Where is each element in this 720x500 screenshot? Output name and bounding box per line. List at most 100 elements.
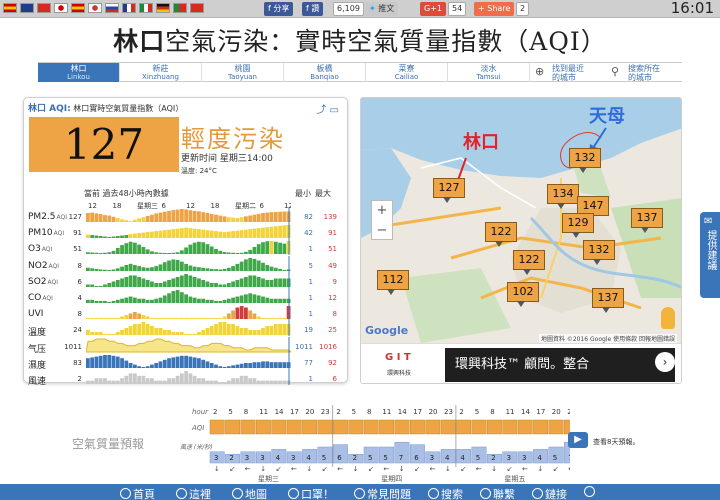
sparkline-bar	[265, 279, 270, 287]
pollutant-name: COAQI	[28, 293, 53, 303]
nav-settings[interactable]	[584, 486, 597, 499]
forecast-hour: 17	[413, 408, 422, 416]
sparkline-bar	[162, 380, 167, 384]
tweet-button[interactable]: ✦ 推文	[365, 2, 399, 16]
sparkline-bar	[214, 282, 218, 287]
fb-share-button[interactable]: f 分享	[264, 2, 294, 16]
nav-map[interactable]: 地圖	[232, 486, 267, 500]
sparkline-bar	[226, 365, 231, 368]
sparkline-bar	[115, 332, 120, 336]
sparkline-bar	[188, 275, 193, 287]
nav-mask[interactable]: 口罩！	[288, 486, 334, 500]
sparkline-bar	[162, 359, 167, 368]
sparkline-bar	[278, 318, 282, 320]
zoom-in-button[interactable]: +	[372, 201, 392, 221]
nav-links[interactable]: 鏈接	[532, 486, 567, 500]
tab-xinzhuang[interactable]: 新莊 Xinzhuang	[120, 63, 202, 82]
map-marker[interactable]: 132	[583, 240, 615, 265]
map-marker[interactable]: 132	[569, 148, 601, 173]
sparkline-bar	[167, 260, 171, 271]
flag-ru-icon[interactable]	[105, 3, 119, 13]
map-marker[interactable]: 127	[433, 178, 465, 203]
feedback-tab[interactable]: ✉ 提供建議	[700, 212, 720, 298]
map-marker[interactable]: 137	[631, 208, 663, 233]
sparkline-bar	[150, 266, 154, 271]
forecast-next-button[interactable]: ▶	[568, 432, 588, 448]
tab-label: 桃園	[234, 64, 251, 73]
sparkline-bar	[214, 231, 218, 239]
map-marker[interactable]: 122	[485, 222, 517, 247]
nav-contact[interactable]: 聯繫	[480, 486, 515, 500]
sparkline-bar	[162, 211, 167, 222]
nearest-city-button[interactable]: ⊕ 找到最近 的城市	[530, 63, 606, 82]
sparkline-bar	[209, 362, 214, 368]
forecast-link[interactable]: 查看8天預報。	[593, 437, 639, 447]
sparkline-bar	[141, 366, 146, 368]
fb-like-button[interactable]: f 讚	[302, 2, 324, 16]
map-marker[interactable]: 134	[547, 184, 579, 209]
flag-de-icon[interactable]	[156, 3, 170, 13]
ad-text[interactable]: 環興科技™ 顧問。整合	[445, 348, 675, 382]
map-marker[interactable]: 112	[377, 270, 409, 295]
sparkline-bar	[141, 232, 146, 239]
nav-search[interactable]: 搜索	[428, 486, 463, 500]
map-panel[interactable]: 林口 天母 127 132 134 147 137 129 122 132 12…	[360, 97, 682, 384]
sparkline-bar	[273, 278, 278, 287]
sparkline-bar	[282, 269, 287, 271]
sparkline-bar	[120, 266, 124, 271]
gear-icon	[584, 486, 595, 497]
nav-home[interactable]: 首頁	[120, 486, 155, 500]
sparkline-bar	[179, 275, 184, 287]
pegman-icon[interactable]	[661, 307, 675, 329]
sparkline-bar	[209, 380, 214, 384]
sparkline-bar	[265, 318, 270, 320]
flag-it-icon[interactable]	[139, 3, 153, 13]
nav-label: 搜索	[441, 488, 463, 500]
flag-jp-icon[interactable]	[54, 3, 68, 13]
map-marker[interactable]: 129	[562, 213, 594, 238]
pollutant-min: 1	[308, 277, 313, 286]
share-icon[interactable]: ⤴	[316, 105, 326, 116]
flag-vn-icon[interactable]	[190, 3, 204, 13]
map-marker[interactable]: 137	[592, 288, 624, 313]
page-title-city: 林口	[113, 27, 166, 56]
tab-tamsui[interactable]: 淡水 Tamsui	[448, 63, 530, 82]
sparkline-bar	[218, 215, 223, 222]
chat-icon[interactable]: ▭	[330, 105, 339, 116]
ad-next-button[interactable]: ›	[655, 352, 675, 372]
sparkline-bar	[107, 334, 112, 336]
tab-cailiao[interactable]: 菜寮 Cailiao	[366, 63, 448, 82]
sparkline-bar	[214, 364, 218, 368]
flag-es2-icon[interactable]	[71, 3, 85, 13]
flag-uk-icon[interactable]	[20, 3, 34, 13]
zoom-out-button[interactable]: −	[372, 221, 392, 241]
flag-kr-icon[interactable]	[88, 3, 102, 13]
sparkline-bar	[201, 359, 206, 368]
flag-cn-icon[interactable]	[37, 3, 51, 13]
sparkline-bar	[239, 306, 244, 320]
sparkline-bar	[265, 326, 270, 336]
page-title-rest: 空氣污染：實時空氣質量指數（AQI）	[165, 27, 607, 56]
search-city-button[interactable]: ⚲ 搜索所在 的城市	[606, 63, 682, 82]
map-marker[interactable]: 102	[507, 282, 539, 307]
sparkline-bar	[90, 357, 95, 368]
ad-banner[interactable]: G I T 環興科技 環興科技™ 顧問。整合 ›	[361, 343, 681, 383]
pollutant-name-text: PM10	[28, 228, 53, 239]
nav-here[interactable]: 這裡	[176, 486, 211, 500]
flag-pt-icon[interactable]	[173, 3, 187, 13]
gplus-button[interactable]: G+1	[420, 2, 446, 16]
wind-direction-icon: ↙	[229, 465, 235, 473]
flag-fr-icon[interactable]	[122, 3, 136, 13]
map-marker[interactable]: 122	[513, 250, 545, 275]
sparkline-bar	[111, 355, 116, 368]
nav-faq[interactable]: 常見問題	[354, 486, 411, 500]
tab-linkou[interactable]: 林口 Linkou	[38, 63, 120, 82]
flag-es-icon[interactable]	[3, 3, 17, 13]
tab-banqiao[interactable]: 板橋 Banqiao	[284, 63, 366, 82]
tab-taoyuan[interactable]: 桃園 Taoyuan	[202, 63, 284, 82]
sparkline-bar	[192, 276, 197, 287]
sparkline-bar	[231, 324, 235, 336]
addthis-share-button[interactable]: + Share	[474, 2, 515, 16]
aqi-level: 輕度污染	[181, 125, 285, 153]
addthis-count: 2	[516, 2, 530, 16]
